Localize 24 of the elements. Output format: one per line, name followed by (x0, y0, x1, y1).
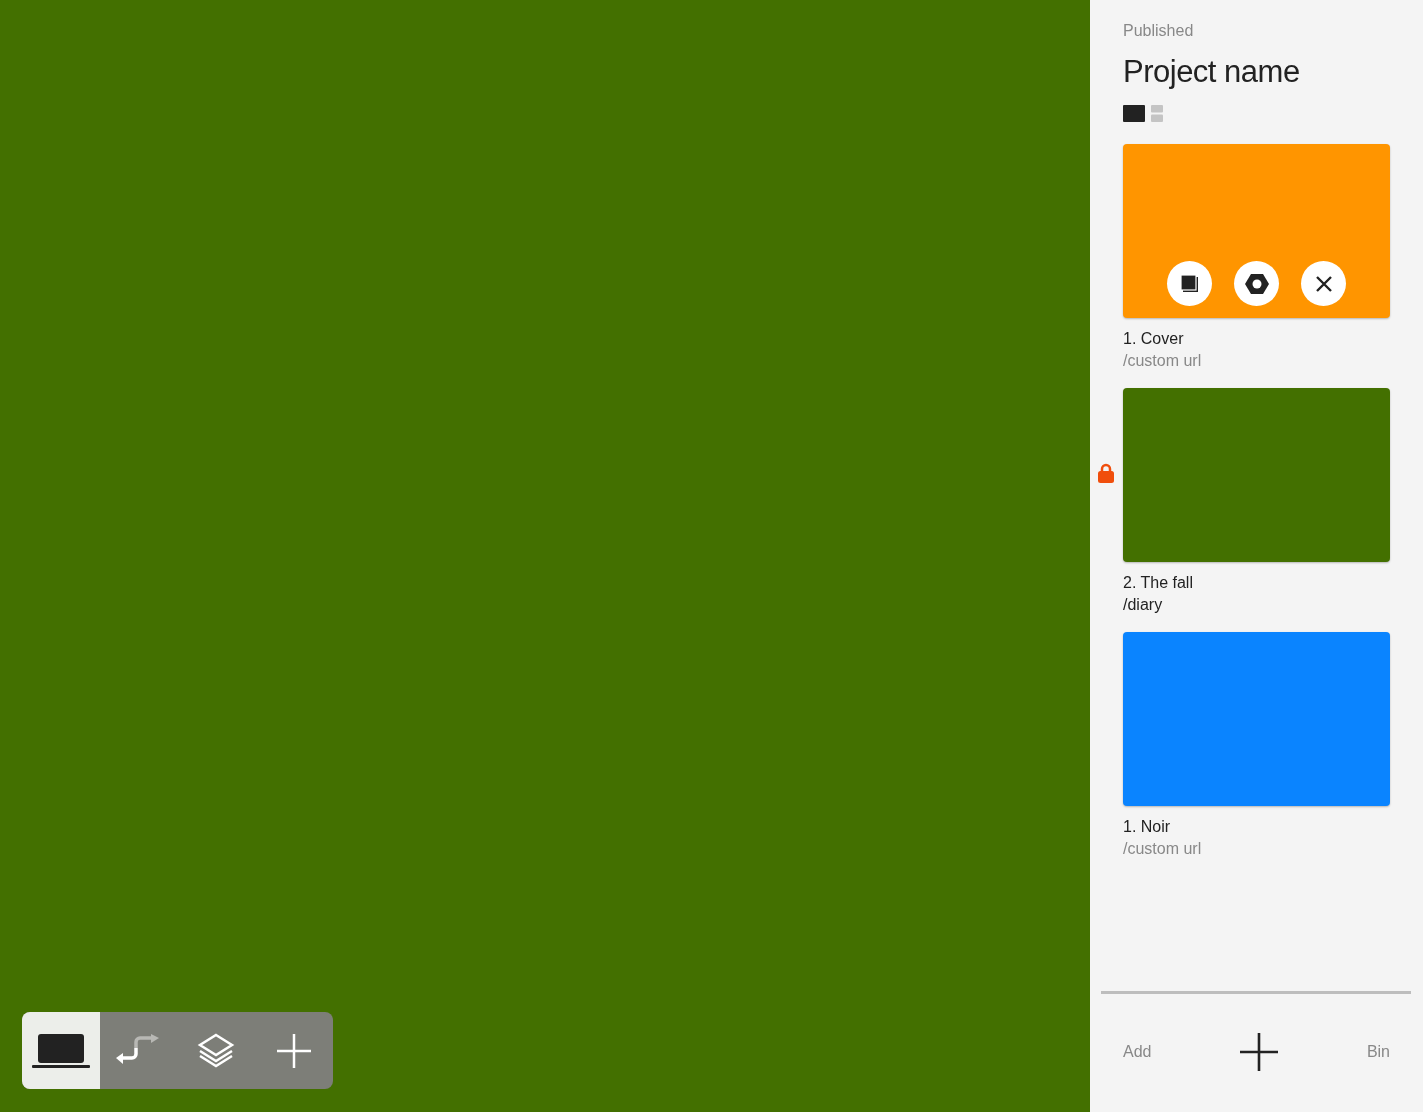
page-title: 1. Cover (1123, 330, 1185, 348)
device-tool-button[interactable] (22, 1012, 100, 1089)
page-thumbnail[interactable] (1123, 388, 1390, 562)
settings-button[interactable] (1234, 261, 1279, 306)
close-button[interactable] (1301, 261, 1346, 306)
plus-icon[interactable] (1240, 1032, 1279, 1071)
laptop-icon (31, 1032, 90, 1069)
page-thumbnail[interactable] (1123, 144, 1390, 318)
page-url: /diary (1123, 596, 1164, 614)
bin-button[interactable]: Bin (1366, 1042, 1390, 1061)
page-thumbnail[interactable] (1123, 632, 1390, 806)
close-icon (1314, 274, 1333, 293)
duplicate-button[interactable] (1167, 261, 1212, 306)
status-label: Published (1123, 22, 1195, 41)
page-url: /custom url (1123, 352, 1203, 370)
plus-icon (277, 1033, 312, 1068)
project-title: Project name (1123, 54, 1301, 90)
copy-icon (1179, 273, 1200, 294)
page-title: 1. Noir (1123, 818, 1172, 836)
add-button[interactable]: Add (1123, 1042, 1152, 1061)
layers-icon (197, 1032, 236, 1069)
settings-icon (1244, 272, 1269, 295)
page-url: /custom url (1123, 840, 1203, 858)
page-title: 2. The fall (1123, 574, 1194, 592)
